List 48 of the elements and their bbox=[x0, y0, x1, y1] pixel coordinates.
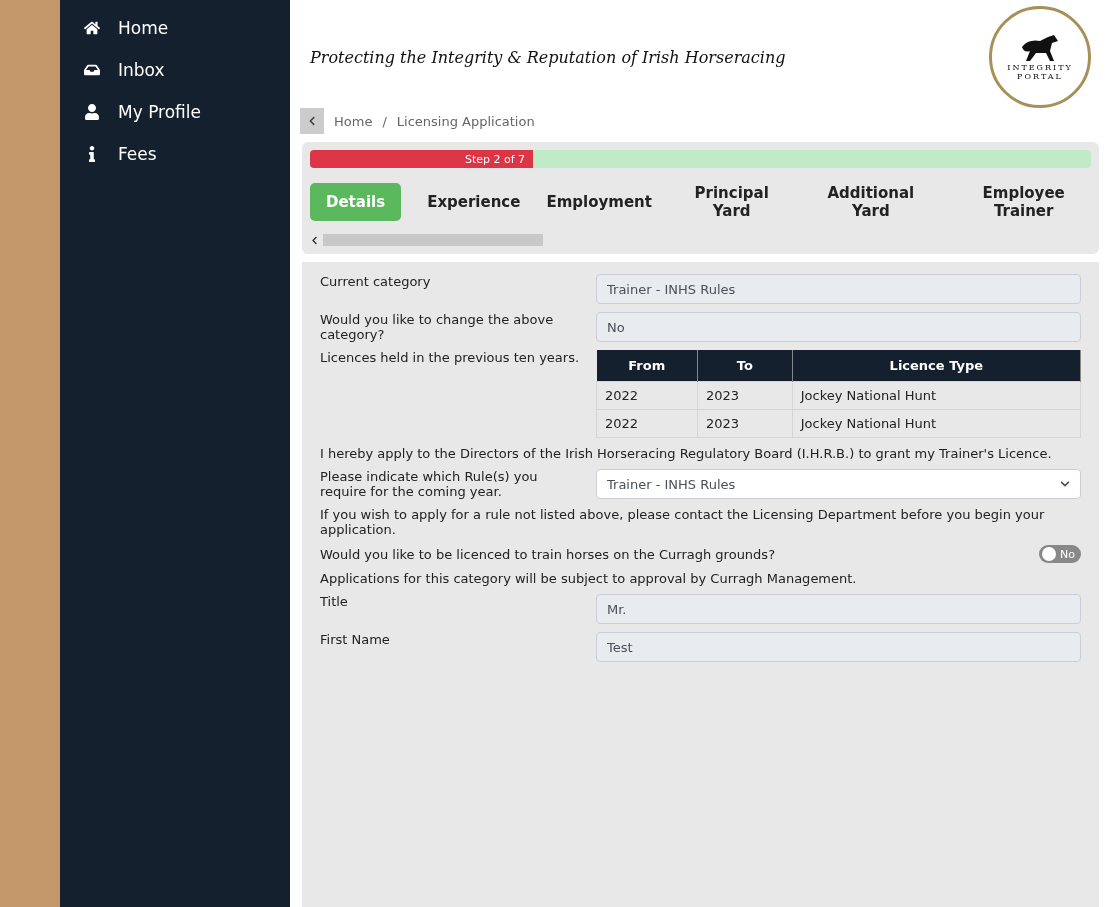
column-header: From bbox=[596, 350, 698, 382]
step-tab[interactable]: Additional Yard bbox=[811, 174, 931, 230]
table-cell: 2022 bbox=[596, 381, 698, 410]
sidebar-item[interactable]: Home bbox=[60, 14, 290, 42]
scroll-left-icon[interactable] bbox=[310, 235, 319, 245]
column-header: To bbox=[697, 350, 793, 382]
input-field[interactable]: Trainer - INHS Rules bbox=[596, 274, 1081, 304]
step-tab[interactable]: Employment bbox=[546, 183, 652, 221]
input-field[interactable]: Test bbox=[596, 632, 1081, 662]
step-tab[interactable]: Employee Trainer bbox=[956, 174, 1091, 230]
column-header: Licence Type bbox=[792, 350, 1081, 382]
field-label: Current category bbox=[320, 274, 432, 289]
declaration-text: I hereby apply to the Directors of the Irish Horseracing Regulatory Board (I.H.R.B.) to grant my Trainer's Licence. bbox=[320, 446, 1053, 461]
step-tab[interactable]: Experience bbox=[427, 183, 521, 221]
select-field[interactable]: Trainer - INHS Rules bbox=[596, 469, 1081, 499]
inbox-icon bbox=[84, 62, 100, 78]
sidebar-item[interactable]: Fees bbox=[60, 140, 290, 168]
field-label: Title bbox=[320, 594, 349, 609]
table-cell: 2023 bbox=[697, 409, 793, 438]
tagline: Protecting the Integrity & Reputation of Irish Horseracing bbox=[310, 47, 786, 67]
sidebar-item[interactable]: My Profile bbox=[60, 98, 290, 126]
question-text: Would you like to be licenced to train horses on the Curragh grounds? bbox=[320, 546, 776, 562]
table-cell: 2023 bbox=[697, 381, 793, 410]
input-field[interactable]: Mr. bbox=[596, 594, 1081, 624]
logo: INTEGRITY PORTAL bbox=[989, 6, 1091, 108]
field-label: Licences held in the previous ten years. bbox=[320, 350, 580, 365]
breadcrumb-link[interactable]: Home bbox=[334, 113, 373, 129]
field-label: First Name bbox=[320, 632, 391, 647]
input-field[interactable]: No bbox=[596, 312, 1081, 342]
sidebar-item[interactable]: Inbox bbox=[60, 56, 290, 84]
note-text: Applications for this category will be subject to approval by Curragh Management. bbox=[320, 571, 858, 586]
toggle-switch[interactable]: No bbox=[1039, 545, 1081, 563]
table-cell: 2022 bbox=[596, 409, 698, 438]
note-text: If you wish to apply for a rule not listed above, please contact the Licensing Department before you begin your application. bbox=[320, 507, 1046, 537]
scrollbar-thumb[interactable] bbox=[323, 234, 543, 246]
chevron-left-icon bbox=[307, 116, 317, 126]
field-label: Would you like to change the above category? bbox=[320, 312, 555, 342]
back-button[interactable] bbox=[300, 108, 324, 134]
table-cell: Jockey National Hunt bbox=[792, 409, 1081, 438]
table-cell: Jockey National Hunt bbox=[792, 381, 1081, 410]
field-label: Please indicate which Rule(s) you require for the coming year. bbox=[320, 469, 539, 499]
step-tab[interactable]: Principal Yard bbox=[677, 174, 786, 230]
breadcrumb-separator: / bbox=[382, 113, 387, 129]
home-icon bbox=[84, 20, 100, 36]
user-icon bbox=[84, 104, 100, 120]
chevron-down-icon bbox=[1060, 479, 1070, 489]
breadcrumb-link[interactable]: Licensing Application bbox=[396, 113, 535, 129]
progress-fill: Step 2 of 7 bbox=[310, 150, 534, 168]
